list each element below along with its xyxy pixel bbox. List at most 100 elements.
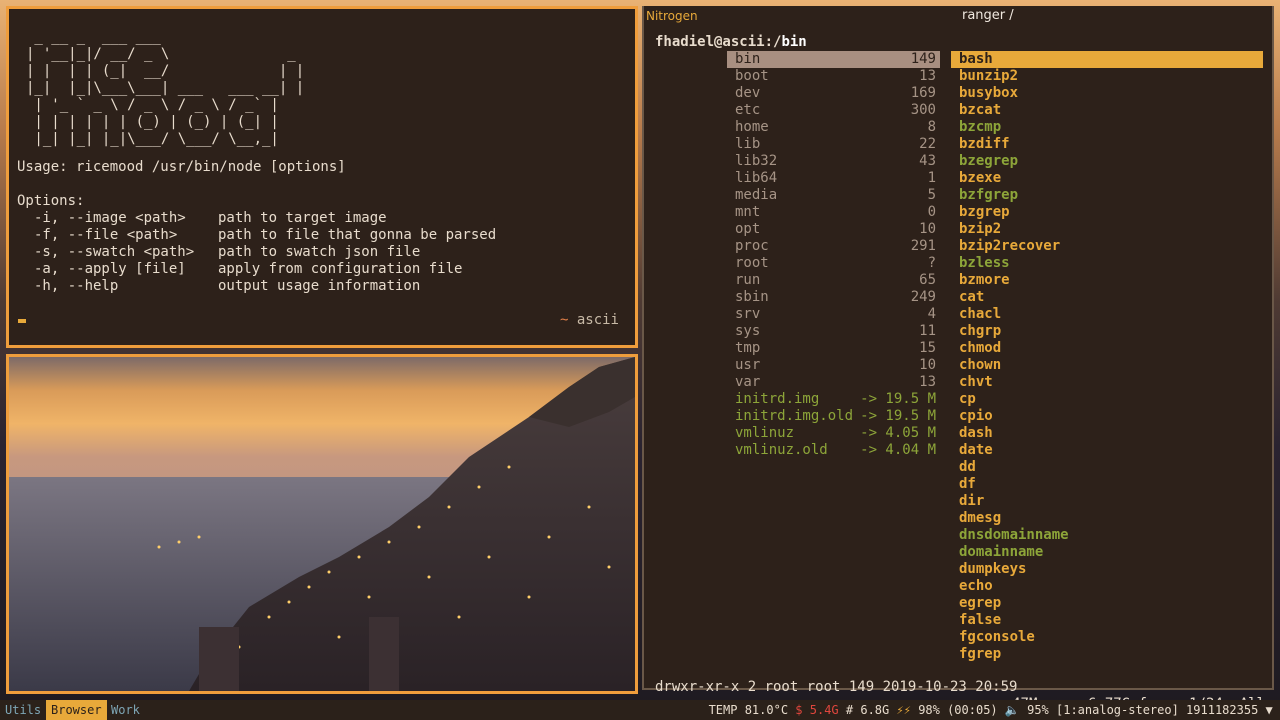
file-item[interactable]: fgrep — [951, 646, 1263, 663]
parent-dir-name: sbin — [735, 289, 769, 305]
terminal-cursor — [18, 319, 26, 323]
parent-dir-item[interactable]: srv 4 — [727, 306, 940, 323]
file-item[interactable]: dir — [951, 493, 1263, 510]
workspace-utils[interactable]: Utils — [0, 700, 46, 720]
volume-icon[interactable]: 🔈 — [1005, 700, 1020, 720]
file-item[interactable]: bzegrep — [951, 153, 1263, 170]
parent-dir-item[interactable]: lib32 43 — [727, 153, 940, 170]
file-item[interactable]: egrep — [951, 595, 1263, 612]
ranger-terminal[interactable]: Nitrogen ranger / fhadiel@ascii:/bin bin… — [642, 6, 1274, 712]
parent-dir-count: 169 — [910, 85, 936, 101]
parent-dir-item[interactable]: root? — [727, 255, 940, 272]
volume-status[interactable]: 95% [1:analog-stereo] — [1027, 700, 1179, 720]
option-row: -h, --help output usage information — [34, 278, 420, 295]
parent-dir-item[interactable]: usr 10 — [727, 357, 940, 374]
file-item[interactable]: fgconsole — [951, 629, 1263, 646]
file-item[interactable]: false — [951, 612, 1263, 629]
parent-dir-count: 4 — [927, 306, 936, 322]
parent-dir-item[interactable]: sbin 249 — [727, 289, 940, 306]
file-item[interactable]: dd — [951, 459, 1263, 476]
file-item[interactable]: bash — [951, 51, 1263, 68]
file-item[interactable]: bzdiff — [951, 136, 1263, 153]
parent-dir-item[interactable]: mnt 0 — [727, 204, 940, 221]
file-item[interactable]: chown — [951, 357, 1263, 374]
file-item[interactable]: dumpkeys — [951, 561, 1263, 578]
file-item[interactable]: dmesg — [951, 510, 1263, 527]
file-item[interactable]: bzip2 — [951, 221, 1263, 238]
parent-dir-name: run — [735, 272, 761, 288]
parent-dir-count: -> 4.04 M — [860, 442, 936, 458]
parent-dir-count: 11 — [919, 323, 936, 339]
parent-dir-count: 8 — [927, 119, 936, 135]
ricemood-terminal[interactable]: _ __ _ ___ ___ | '__|_|/ __/ _ \ _ | | |… — [6, 6, 638, 348]
parent-dir-name: opt — [735, 221, 761, 237]
parent-dir-count: 13 — [919, 68, 936, 84]
option-flag: -a, --apply [file] — [34, 261, 186, 277]
memory-usage: $ 5.4G — [795, 703, 839, 717]
parent-dir-item[interactable]: lib 22 — [727, 136, 940, 153]
file-item[interactable]: bzcmp — [951, 119, 1263, 136]
parent-dir-item[interactable]: opt 10 — [727, 221, 940, 238]
parent-dir-name: boot — [735, 68, 769, 84]
panel-bar: Utils Browser Work TEMP 81.0°C $ 5.4G # … — [0, 700, 1280, 720]
file-item[interactable]: chacl — [951, 306, 1263, 323]
parent-directory-list[interactable]: bin 149 boot 13 dev 169 etc 300 home 8 lib 22 lib32 4… — [727, 51, 940, 459]
file-item[interactable]: dash — [951, 425, 1263, 442]
parent-dir-item[interactable]: bin 149 — [727, 51, 940, 68]
parent-dir-item[interactable]: tmp 15 — [727, 340, 940, 357]
file-item[interactable]: cpio — [951, 408, 1263, 425]
parent-dir-count: 10 — [919, 221, 936, 237]
file-item[interactable]: cat — [951, 289, 1263, 306]
file-item[interactable]: bunzip2 — [951, 68, 1263, 85]
file-item[interactable]: bzmore — [951, 272, 1263, 289]
parent-dir-name: vmlinuz.old — [735, 442, 828, 458]
parent-dir-name: tmp — [735, 340, 761, 356]
file-item[interactable]: chvt — [951, 374, 1263, 391]
file-item[interactable]: bzcat — [951, 102, 1263, 119]
parent-dir-item[interactable]: boot 13 — [727, 68, 940, 85]
parent-dir-item[interactable]: initrd.img -> 19.5 M — [727, 391, 940, 408]
parent-dir-item[interactable]: home 8 — [727, 119, 940, 136]
option-desc: path to target image — [218, 210, 387, 226]
file-item[interactable]: date — [951, 442, 1263, 459]
ricemood-ascii-logo: _ __ _ ___ ___ | '__|_|/ __/ _ \ _ | | |… — [26, 29, 305, 147]
option-desc: path to swatch json file — [218, 244, 421, 260]
file-item[interactable]: bzless — [951, 255, 1263, 272]
option-flag: -s, --swatch <path> — [34, 244, 195, 260]
parent-dir-count: 10 — [919, 357, 936, 373]
parent-dir-item[interactable]: etc 300 — [727, 102, 940, 119]
parent-dir-count: 300 — [910, 102, 936, 118]
file-item[interactable]: bzgrep — [951, 204, 1263, 221]
parent-dir-item[interactable]: run 65 — [727, 272, 940, 289]
parent-dir-item[interactable]: var 13 — [727, 374, 940, 391]
parent-dir-item[interactable]: vmlinuz.old -> 4.04 M — [727, 442, 940, 459]
file-list[interactable]: bash bunzip2 busybox bzcat bzcmp bzdiff bzegre… — [951, 51, 1263, 663]
workspace-browser[interactable]: Browser — [46, 700, 107, 720]
file-item[interactable]: bzfgrep — [951, 187, 1263, 204]
app-name: Nitrogen — [646, 9, 698, 23]
parent-dir-count: 5 — [927, 187, 936, 203]
parent-dir-item[interactable]: sys 11 — [727, 323, 940, 340]
file-item[interactable]: bzexe — [951, 170, 1263, 187]
file-item[interactable]: echo — [951, 578, 1263, 595]
file-item[interactable]: domainname — [951, 544, 1263, 561]
option-row: -i, --image <path> path to target image — [34, 210, 387, 227]
file-item[interactable]: df — [951, 476, 1263, 493]
file-item[interactable]: busybox — [951, 85, 1263, 102]
parent-dir-item[interactable]: media 5 — [727, 187, 940, 204]
parent-dir-item[interactable]: lib64 1 — [727, 170, 940, 187]
parent-dir-item[interactable]: vmlinuz -> 4.05 M — [727, 425, 940, 442]
parent-dir-count: 43 — [919, 153, 936, 169]
file-item[interactable]: bzip2recover — [951, 238, 1263, 255]
file-item[interactable]: cp — [951, 391, 1263, 408]
option-row: -f, --file <path> path to file that gonna… — [34, 227, 496, 244]
parent-dir-item[interactable]: dev 169 — [727, 85, 940, 102]
workspace-work[interactable]: Work — [106, 700, 145, 720]
parent-dir-count: ? — [927, 255, 936, 271]
parent-dir-item[interactable]: initrd.img.old -> 19.5 M — [727, 408, 940, 425]
file-item[interactable]: dnsdomainname — [951, 527, 1263, 544]
parent-dir-item[interactable]: proc 291 — [727, 238, 940, 255]
file-item[interactable]: chmod — [951, 340, 1263, 357]
file-item[interactable]: chgrp — [951, 323, 1263, 340]
parent-dir-count: 149 — [910, 51, 936, 67]
